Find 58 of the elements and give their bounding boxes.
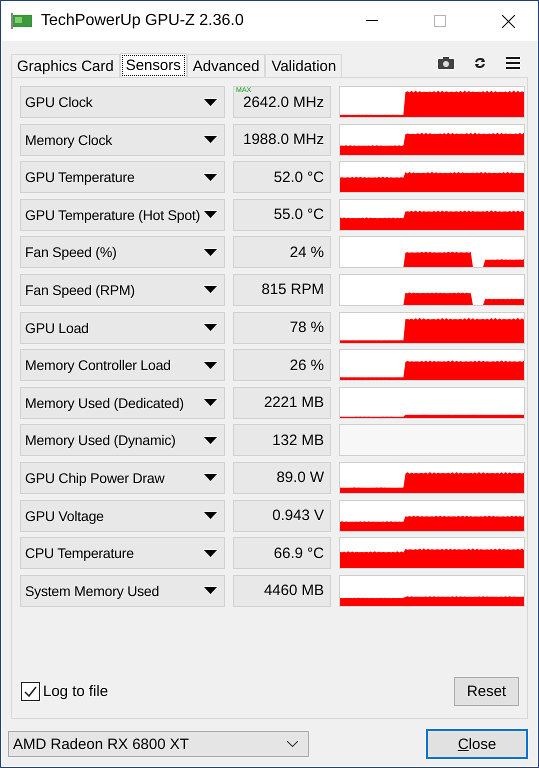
log-to-file-checkbox[interactable]: Log to file (21, 682, 108, 701)
minimize-icon[interactable] (366, 20, 378, 22)
sensor-value: 26 % (233, 349, 331, 382)
sensor-dropdown[interactable]: GPU Load (20, 312, 225, 344)
sensor-value: 1988.0 MHz (233, 124, 331, 156)
sensor-dropdown[interactable]: Fan Speed (%) (20, 236, 225, 268)
sensor-dropdown[interactable]: GPU Chip Power Draw (20, 462, 225, 494)
sensor-value: 2221 MB (233, 386, 331, 419)
sensor-dropdown[interactable]: System Memory Used (20, 574, 225, 607)
dropdown-arrow-icon[interactable] (204, 436, 217, 444)
sensor-dropdown[interactable]: Fan Speed (RPM) (20, 274, 225, 306)
sensor-dropdown[interactable]: GPU Voltage (20, 500, 225, 532)
dropdown-arrow-icon[interactable] (204, 98, 217, 106)
sensor-value: 52.0 °C (233, 161, 331, 194)
dropdown-arrow-icon[interactable] (204, 136, 217, 144)
dropdown-arrow-icon[interactable] (204, 324, 217, 332)
tab[interactable]: Graphics Card (11, 54, 120, 77)
sensor-value: 55.0 °C (233, 198, 331, 231)
sensor-value: 132 MB (233, 424, 331, 456)
sensor-value: 4460 MB (233, 574, 331, 607)
window-title: TechPowerUp GPU-Z 2.36.0 (41, 12, 245, 30)
dropdown-arrow-icon[interactable] (204, 474, 217, 482)
dropdown-arrow-icon[interactable] (204, 248, 217, 256)
sensor-value: 24 % (233, 236, 331, 268)
graphics-card-icon (11, 12, 33, 30)
sensor-dropdown[interactable]: CPU Temperature (20, 537, 225, 570)
tab[interactable]: Validation (265, 54, 342, 77)
dropdown-arrow-icon[interactable] (204, 512, 217, 520)
close-button[interactable]: Close (426, 729, 528, 759)
dropdown-arrow-icon[interactable] (204, 399, 217, 406)
camera-icon[interactable] (438, 57, 454, 69)
dropdown-arrow-icon[interactable] (204, 174, 217, 181)
dropdown-arrow-icon[interactable] (204, 362, 217, 369)
dropdown-arrow-icon[interactable] (204, 211, 217, 218)
tab[interactable]: Sensors (120, 53, 187, 78)
gpu-select[interactable]: AMD Radeon RX 6800 XT (8, 731, 309, 757)
dropdown-arrow-icon[interactable] (204, 587, 217, 594)
reset-button[interactable]: Reset (454, 677, 519, 706)
refresh-icon[interactable] (474, 57, 486, 69)
dropdown-arrow-icon[interactable] (204, 286, 217, 294)
sensor-value: 89.0 W (233, 462, 331, 494)
sensor-dropdown[interactable]: GPU Clock (20, 86, 225, 118)
sensor-dropdown[interactable]: Memory Controller Load (20, 349, 225, 382)
checkmark-icon (24, 686, 37, 697)
sensor-value: 815 RPM (233, 274, 331, 306)
sensor-value: 66.9 °C (233, 537, 331, 570)
chevron-down-icon[interactable] (287, 741, 298, 747)
sensor-dropdown[interactable]: Memory Used (Dynamic) (20, 424, 225, 456)
sensor-value: 0.943 V (233, 500, 331, 532)
sensor-dropdown[interactable]: Memory Used (Dedicated) (20, 386, 225, 419)
tab[interactable]: Advanced (186, 54, 266, 77)
dropdown-arrow-icon[interactable] (204, 550, 217, 557)
sensor-dropdown[interactable]: GPU Temperature (20, 161, 225, 194)
sensor-dropdown[interactable]: Memory Clock (20, 124, 225, 156)
sensor-value: 78 % (233, 312, 331, 344)
close-icon[interactable] (502, 14, 514, 28)
menu-icon[interactable] (506, 57, 520, 69)
sensor-dropdown[interactable]: GPU Temperature (Hot Spot) (20, 198, 225, 231)
